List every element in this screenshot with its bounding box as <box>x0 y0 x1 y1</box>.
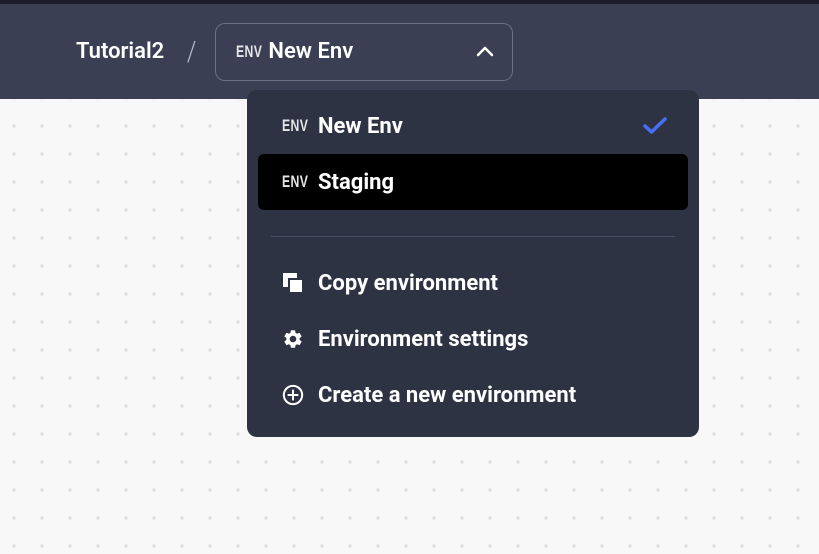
breadcrumb-title: Tutorial2 <box>76 39 164 64</box>
env-option-new-env[interactable]: ENV New Env <box>258 98 688 154</box>
gear-icon <box>282 328 318 350</box>
plus-circle-icon <box>282 384 318 406</box>
action-label: Create a new environment <box>318 383 576 408</box>
action-copy-environment[interactable]: Copy environment <box>258 255 688 311</box>
action-environment-settings[interactable]: Environment settings <box>258 311 688 367</box>
header-bar: Tutorial2 / ENV New Env <box>0 4 819 99</box>
environment-selector[interactable]: ENV New Env <box>215 23 513 81</box>
env-tag: ENV <box>236 42 259 62</box>
env-option-label: New Env <box>318 114 642 139</box>
action-label: Copy environment <box>318 271 498 296</box>
environment-dropdown: ENV New Env ENV Staging Copy environment… <box>247 90 699 437</box>
env-option-label: Staging <box>318 170 668 195</box>
chevron-up-icon <box>476 47 494 57</box>
action-label: Environment settings <box>318 327 528 352</box>
env-option-staging[interactable]: ENV Staging <box>258 154 688 210</box>
copy-icon <box>282 272 318 294</box>
env-selector-label: New Env <box>268 39 476 64</box>
action-create-environment[interactable]: Create a new environment <box>258 367 688 423</box>
env-tag: ENV <box>282 172 308 192</box>
checkmark-icon <box>642 113 668 139</box>
breadcrumb-separator: / <box>187 35 196 68</box>
dropdown-divider <box>271 236 675 237</box>
env-tag: ENV <box>282 116 308 136</box>
